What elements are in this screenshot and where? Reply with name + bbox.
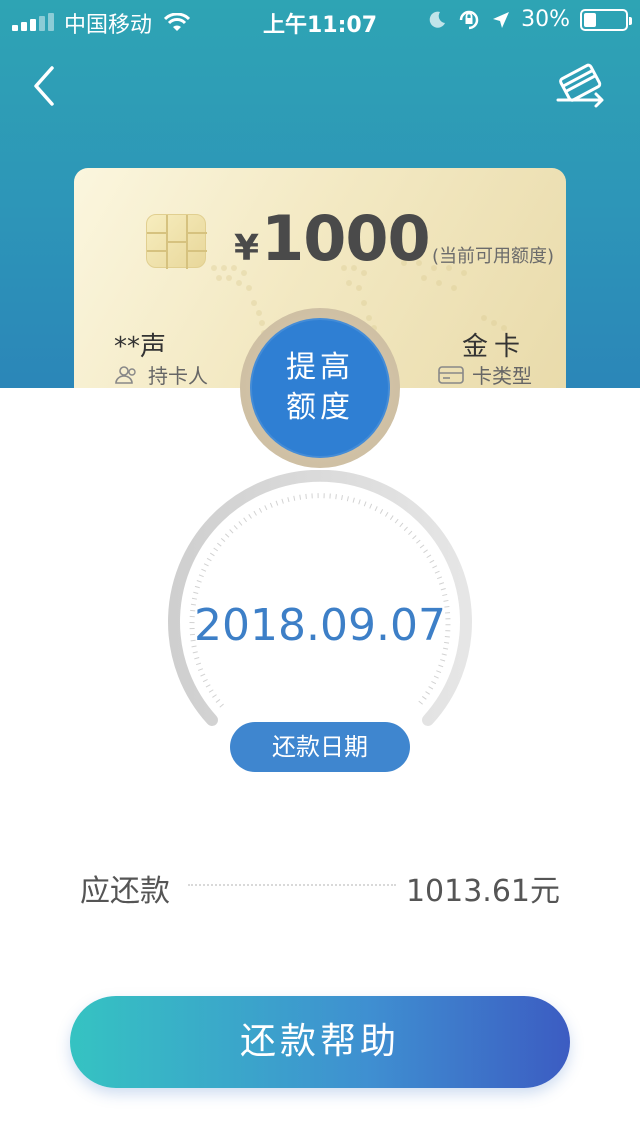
amount-due-label: 应还款 [80,874,170,909]
card-type-label: 卡类型 [472,364,532,388]
back-button[interactable] [26,62,66,110]
battery-level [584,12,596,27]
card-type: 金卡 [461,332,526,362]
due-date: 2018.09.07 [194,600,446,651]
raise-limit-button[interactable]: 提高额度 [250,318,390,458]
status-left: 中国移动 [12,7,191,39]
moon-icon [429,11,446,28]
rotation-lock-icon [459,10,479,29]
signal-icon [12,13,54,31]
raise-limit-label: 提高额度 [286,350,354,425]
card-type-label-row: 卡类型 [438,360,532,388]
holder-label: 持卡人 [148,364,208,388]
holder-name: **声 [114,332,167,362]
currency-symbol: ¥ [234,228,260,269]
card-chip-icon [146,214,207,269]
carrier-name: 中国移动 [64,13,153,38]
battery-icon [580,8,632,31]
wifi-icon [164,13,191,31]
due-date-label: 还款日期 [230,722,410,772]
card-swap-icon[interactable] [554,60,610,112]
amount-value: 1000 [261,202,431,275]
status-right: 30% [427,7,632,32]
available-amount-label: (当前可用额度) [432,246,555,267]
dotted-divider [188,884,396,886]
status-bar: 中国移动 上午11:07 30% [0,0,640,40]
amount-due-value: 1013.61元 [405,874,560,909]
people-icon [115,365,136,384]
amount-due-row: 应还款 1013.61元 [80,862,560,909]
location-arrow-icon [493,11,510,28]
battery-percent: 30% [521,7,570,32]
repayment-help-button[interactable]: 还款帮助 [70,996,570,1088]
holder-label-row: 持卡人 [114,360,208,388]
card-icon [438,365,464,384]
available-amount: ¥ 1000 [234,202,431,275]
